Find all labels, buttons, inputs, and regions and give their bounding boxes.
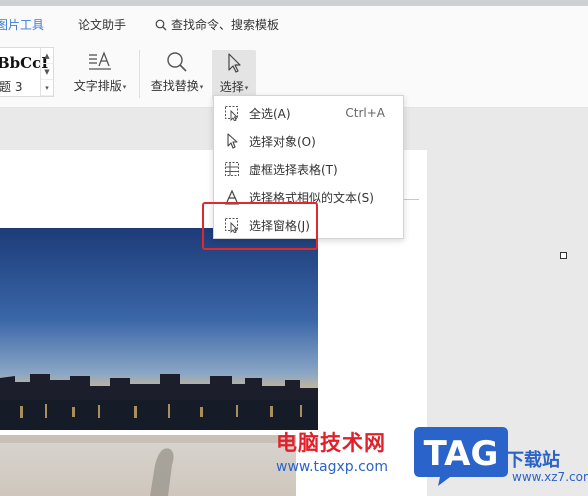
chevron-down-icon: ▾ [199,82,204,91]
menu-item-label: 全选(A) [249,106,291,121]
chevron-down-icon: ▾ [244,83,249,92]
ribbon: 图片工具 论文助手 查找命令、搜索模板 BbCcI 题 3 ▲ ▼ ▾ 文字排版… [0,6,588,108]
cursor-icon [228,53,241,73]
menu-item-label: 选择对象(O) [249,134,316,149]
find-replace-label: 查找替换 [150,79,199,93]
more-styles-icon[interactable]: ▾ [41,80,53,96]
text-layout-label: 文字排版 [73,79,122,93]
text-layout-button[interactable]: 文字排版▾ [71,51,129,94]
magnifier-icon [167,52,187,72]
style-gallery-scroll: ▲ ▼ ▾ [40,48,53,96]
style-name: 题 3 [0,80,23,94]
watermark-download-url: www.xz7.com [512,470,588,484]
tab-picture-tools[interactable]: 图片工具 [0,16,44,33]
cursor-icon [223,132,241,150]
select-label: 选择 [219,80,244,94]
select-button[interactable]: 选择▾ [212,50,256,100]
page-corner-mark [398,188,419,200]
menu-item-select-objects[interactable]: 选择对象(O) [214,128,403,154]
search-label: 查找命令、搜索模板 [171,18,280,32]
scroll-up-arrow-icon[interactable]: ▲ [41,48,53,64]
tab-paper-assistant[interactable]: 论文助手 [78,16,126,33]
tag-logo-text: TAG [424,434,499,474]
watermark-url: www.tagxp.com [276,459,388,475]
table-select-icon [223,160,241,178]
command-search[interactable]: 查找命令、搜索模板 [155,16,279,33]
resize-handle[interactable] [560,252,567,259]
menu-item-select-all[interactable]: 全选(A) Ctrl+A [214,100,403,126]
search-icon [155,19,167,30]
menu-item-marquee-table-select[interactable]: 虚框选择表格(T) [214,156,403,182]
chevron-down-icon: ▾ [122,82,127,91]
find-replace-button[interactable]: 查找替换▾ [147,51,207,94]
city-night-photo[interactable] [0,228,318,430]
object-photo[interactable] [0,435,296,496]
site-watermark: 电脑技术网 www.tagxp.com TAG 下载站 www.xz7.com [272,420,588,496]
shortcut-label: Ctrl+A [345,106,385,120]
menu-item-label: 虚框选择表格(T) [249,162,338,177]
ribbon-divider [139,50,140,98]
style-gallery[interactable]: BbCcI 题 3 ▲ ▼ ▾ [0,47,54,97]
text-layout-icon [89,51,111,70]
select-all-icon [223,104,241,122]
scroll-down-arrow-icon[interactable]: ▼ [41,64,53,80]
watermark-download-site: 下载站 [506,450,560,471]
highlight-box [202,202,318,250]
tag-logo-icon: TAG [414,427,508,486]
watermark-site-name: 电脑技术网 [276,431,386,455]
